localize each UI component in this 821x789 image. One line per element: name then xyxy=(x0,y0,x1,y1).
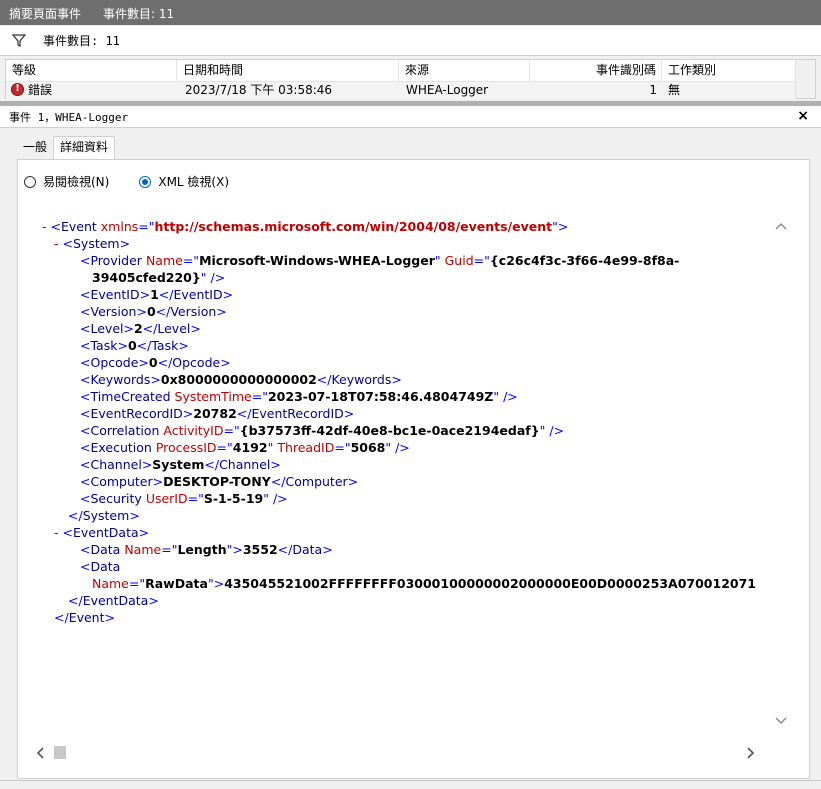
xml-line-version: <Version>0</Version> xyxy=(80,304,227,319)
grid-header: 等級 日期和時間 來源 事件識別碼 工作類別 xyxy=(6,60,796,82)
xml-line-timecreated: <TimeCreated SystemTime="2023-07-18T07:5… xyxy=(80,389,518,404)
window-subtitle: 事件數目: 11 xyxy=(103,7,175,21)
cell-source: WHEA-Logger xyxy=(406,83,489,97)
column-header-event-id[interactable]: 事件識別碼 xyxy=(530,60,662,81)
level-text: 錯誤 xyxy=(28,83,53,97)
window-titlebar: 摘要頁面事件 事件數目: 11 xyxy=(0,0,821,25)
xml-view[interactable]: - <Event xmlns="http://schemas.microsoft… xyxy=(33,207,790,744)
radio-xml-dot[interactable] xyxy=(139,175,152,188)
scroll-right-icon[interactable] xyxy=(747,747,755,762)
xml-line-provider: <Provider Name="Microsoft-Windows-WHEA-L… xyxy=(80,253,680,268)
column-header-task-category[interactable]: 工作類別 xyxy=(662,60,796,81)
collapse-toggle[interactable]: - xyxy=(54,525,59,540)
cell-datetime: 2023/7/18 下午 03:58:46 xyxy=(185,83,333,97)
table-row[interactable]: 錯誤 2023/7/18 下午 03:58:46 WHEA-Logger 1 無 xyxy=(6,82,796,99)
cell-event-id: 1 xyxy=(649,83,657,97)
view-mode-radios: 易閱檢視(N) XML 檢視(X) xyxy=(24,173,259,190)
xml-line-system: - <System> xyxy=(54,236,131,251)
xml-horizontal-scrollbar[interactable] xyxy=(33,744,790,762)
cell-level: 錯誤 xyxy=(6,82,177,99)
radio-friendly-label: 易閱檢視(N) xyxy=(43,175,110,189)
xml-line-data-raw-cont: Name="RawData">435045521002FFFFFFFF03000… xyxy=(92,576,756,591)
filter-bar: 事件數目: 11 xyxy=(0,26,821,56)
xml-line-opcode: <Opcode>0</Opcode> xyxy=(80,355,231,370)
xml-line-event-close: </Event> xyxy=(54,610,115,625)
radio-xml-view[interactable]: XML 檢視(X) xyxy=(139,173,229,190)
column-header-datetime[interactable]: 日期和時間 xyxy=(177,60,399,81)
detail-tabs: 一般 詳細資料 xyxy=(17,136,116,159)
xml-line-correlation: <Correlation ActivityID="{b37573ff-42df-… xyxy=(80,423,565,438)
tab-general[interactable]: 一般 xyxy=(17,137,53,158)
radio-friendly-view[interactable]: 易閱檢視(N) xyxy=(24,173,109,190)
details-panel: 易閱檢視(N) XML 檢視(X) - <Event xmlns="http:/… xyxy=(17,159,810,779)
grid-scrollbar[interactable] xyxy=(795,60,815,98)
filter-icon[interactable] xyxy=(9,31,29,51)
xml-line-recordid: <EventRecordID>20782</EventRecordID> xyxy=(80,406,355,421)
xml-line-keywords: <Keywords>0x8000000000000002</Keywords> xyxy=(80,372,402,387)
xml-line-security: <Security UserID="S-1-5-19" /> xyxy=(80,491,288,506)
event-detail-pane: 事件 1，WHEA-Logger × 一般 詳細資料 易閱檢視(N) XML 檢… xyxy=(0,106,821,789)
scroll-left-icon[interactable] xyxy=(36,747,44,762)
event-count-label: 事件數目: 11 xyxy=(43,34,120,48)
event-grid: 等級 日期和時間 來源 事件識別碼 工作類別 錯誤 2023/7/18 下午 0… xyxy=(5,59,816,99)
xml-line-eventdata-close: </EventData> xyxy=(68,593,159,608)
xml-line-system-close: </System> xyxy=(68,508,140,523)
column-header-source[interactable]: 來源 xyxy=(399,60,530,81)
radio-xml-label: XML 檢視(X) xyxy=(158,175,230,189)
xml-line-eventdata: - <EventData> xyxy=(54,525,150,540)
xml-line-eventid: <EventID>1</EventID> xyxy=(80,287,234,302)
error-icon xyxy=(11,82,24,96)
xml-line-execution: <Execution ProcessID="4192" ThreadID="50… xyxy=(80,440,410,455)
xml-line-data-length: <Data Name="Length">3552</Data> xyxy=(80,542,333,557)
xml-line-computer: <Computer>DESKTOP-TONY</Computer> xyxy=(80,474,359,489)
detail-header: 事件 1，WHEA-Logger × xyxy=(0,106,821,128)
cell-task-category: 無 xyxy=(668,83,681,97)
xml-line-task: <Task>0</Task> xyxy=(80,338,189,353)
window-title: 摘要頁面事件 xyxy=(9,7,82,21)
xml-line-data-raw: <Data xyxy=(80,559,121,574)
bottom-divider xyxy=(0,780,821,781)
radio-friendly-dot[interactable] xyxy=(24,175,36,188)
detail-title: 事件 1，WHEA-Logger xyxy=(9,111,129,124)
tab-details[interactable]: 詳細資料 xyxy=(53,136,116,159)
xml-content: - <Event xmlns="http://schemas.microsoft… xyxy=(42,218,777,626)
xml-vertical-scrollbar[interactable] xyxy=(772,207,790,744)
close-icon[interactable]: × xyxy=(797,108,809,124)
xml-line-event: - <Event xmlns="http://schemas.microsoft… xyxy=(42,219,569,234)
column-header-level[interactable]: 等級 xyxy=(6,60,177,81)
scroll-thumb[interactable] xyxy=(54,746,66,759)
xml-line-provider-cont: 39405cfed220}" /> xyxy=(92,270,226,285)
collapse-toggle[interactable]: - xyxy=(42,219,47,234)
xml-line-channel: <Channel>System</Channel> xyxy=(80,457,281,472)
collapse-toggle[interactable]: - xyxy=(54,236,59,251)
xml-line-level: <Level>2</Level> xyxy=(80,321,201,336)
scroll-up-icon[interactable] xyxy=(775,219,787,233)
scroll-down-icon[interactable] xyxy=(775,714,787,728)
